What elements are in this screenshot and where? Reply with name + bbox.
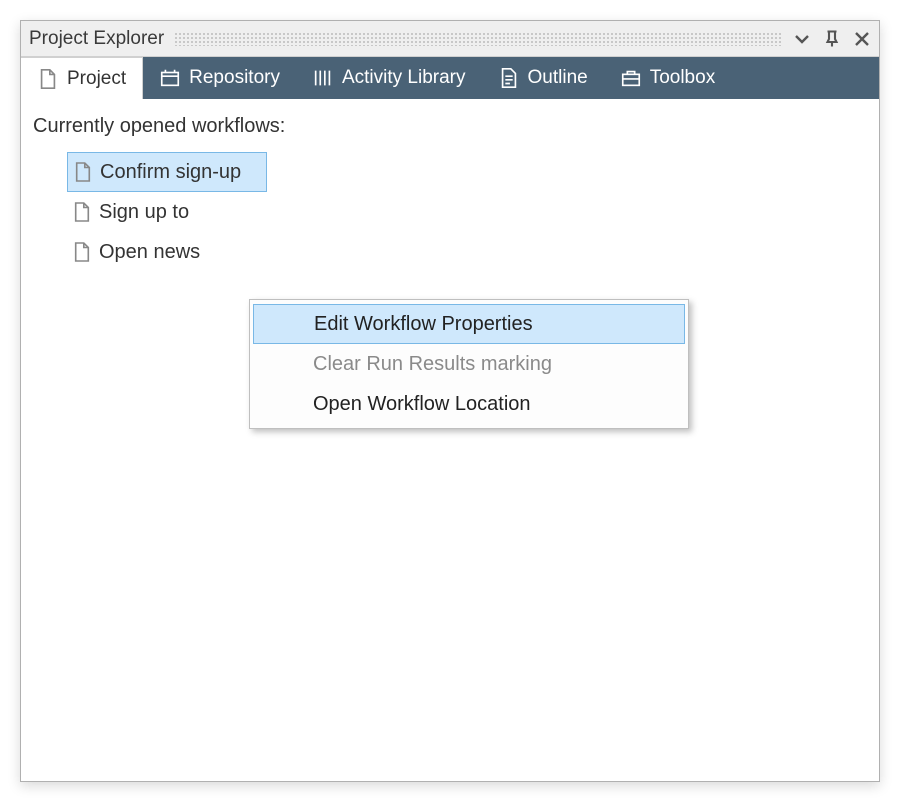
tab-label: Outline bbox=[528, 67, 588, 89]
close-icon[interactable] bbox=[853, 30, 871, 48]
tab-project[interactable]: Project bbox=[21, 57, 143, 99]
workflow-name: Open news bbox=[99, 241, 200, 264]
menu-item-label: Edit Workflow Properties bbox=[314, 313, 533, 336]
workflow-name: Sign up to bbox=[99, 201, 189, 224]
tab-label: Repository bbox=[189, 67, 280, 89]
workflow-item[interactable]: Sign up to bbox=[67, 192, 237, 232]
tab-activity-library[interactable]: Activity Library bbox=[296, 57, 482, 99]
menu-item-label: Clear Run Results marking bbox=[313, 353, 552, 376]
chevron-down-icon[interactable] bbox=[793, 30, 811, 48]
workflow-item[interactable]: Open news bbox=[67, 232, 237, 272]
document-icon bbox=[73, 241, 91, 263]
menu-item-edit-workflow-properties[interactable]: Edit Workflow Properties bbox=[253, 304, 685, 344]
panel-title: Project Explorer bbox=[29, 28, 164, 50]
pin-icon[interactable] bbox=[823, 30, 841, 48]
panel-content: Currently opened workflows: Confirm sign… bbox=[21, 99, 879, 781]
context-menu: Edit Workflow Properties Clear Run Resul… bbox=[249, 299, 689, 429]
document-icon bbox=[73, 201, 91, 223]
workflow-item[interactable]: Confirm sign-up bbox=[67, 152, 267, 192]
document-icon bbox=[74, 161, 92, 183]
section-label: Currently opened workflows: bbox=[33, 115, 867, 138]
panel-titlebar: Project Explorer bbox=[21, 21, 879, 57]
tabstrip: Project Repository Activity Library Outl… bbox=[21, 57, 879, 99]
tab-outline[interactable]: Outline bbox=[482, 57, 604, 99]
tab-repository[interactable]: Repository bbox=[143, 57, 296, 99]
workflow-list: Confirm sign-up Sign up to Open news bbox=[67, 152, 867, 272]
menu-item-open-workflow-location[interactable]: Open Workflow Location bbox=[253, 384, 685, 424]
project-explorer-panel: Project Explorer Project Repository Acti… bbox=[20, 20, 880, 782]
workflow-name: Confirm sign-up bbox=[100, 161, 241, 184]
menu-item-clear-run-results: Clear Run Results marking bbox=[253, 344, 685, 384]
tab-toolbox[interactable]: Toolbox bbox=[604, 57, 732, 99]
titlebar-controls bbox=[793, 30, 871, 48]
tab-label: Activity Library bbox=[342, 67, 466, 89]
menu-item-label: Open Workflow Location bbox=[313, 393, 531, 416]
tab-label: Project bbox=[67, 68, 126, 90]
tab-label: Toolbox bbox=[650, 67, 716, 89]
titlebar-grip[interactable] bbox=[174, 32, 783, 46]
